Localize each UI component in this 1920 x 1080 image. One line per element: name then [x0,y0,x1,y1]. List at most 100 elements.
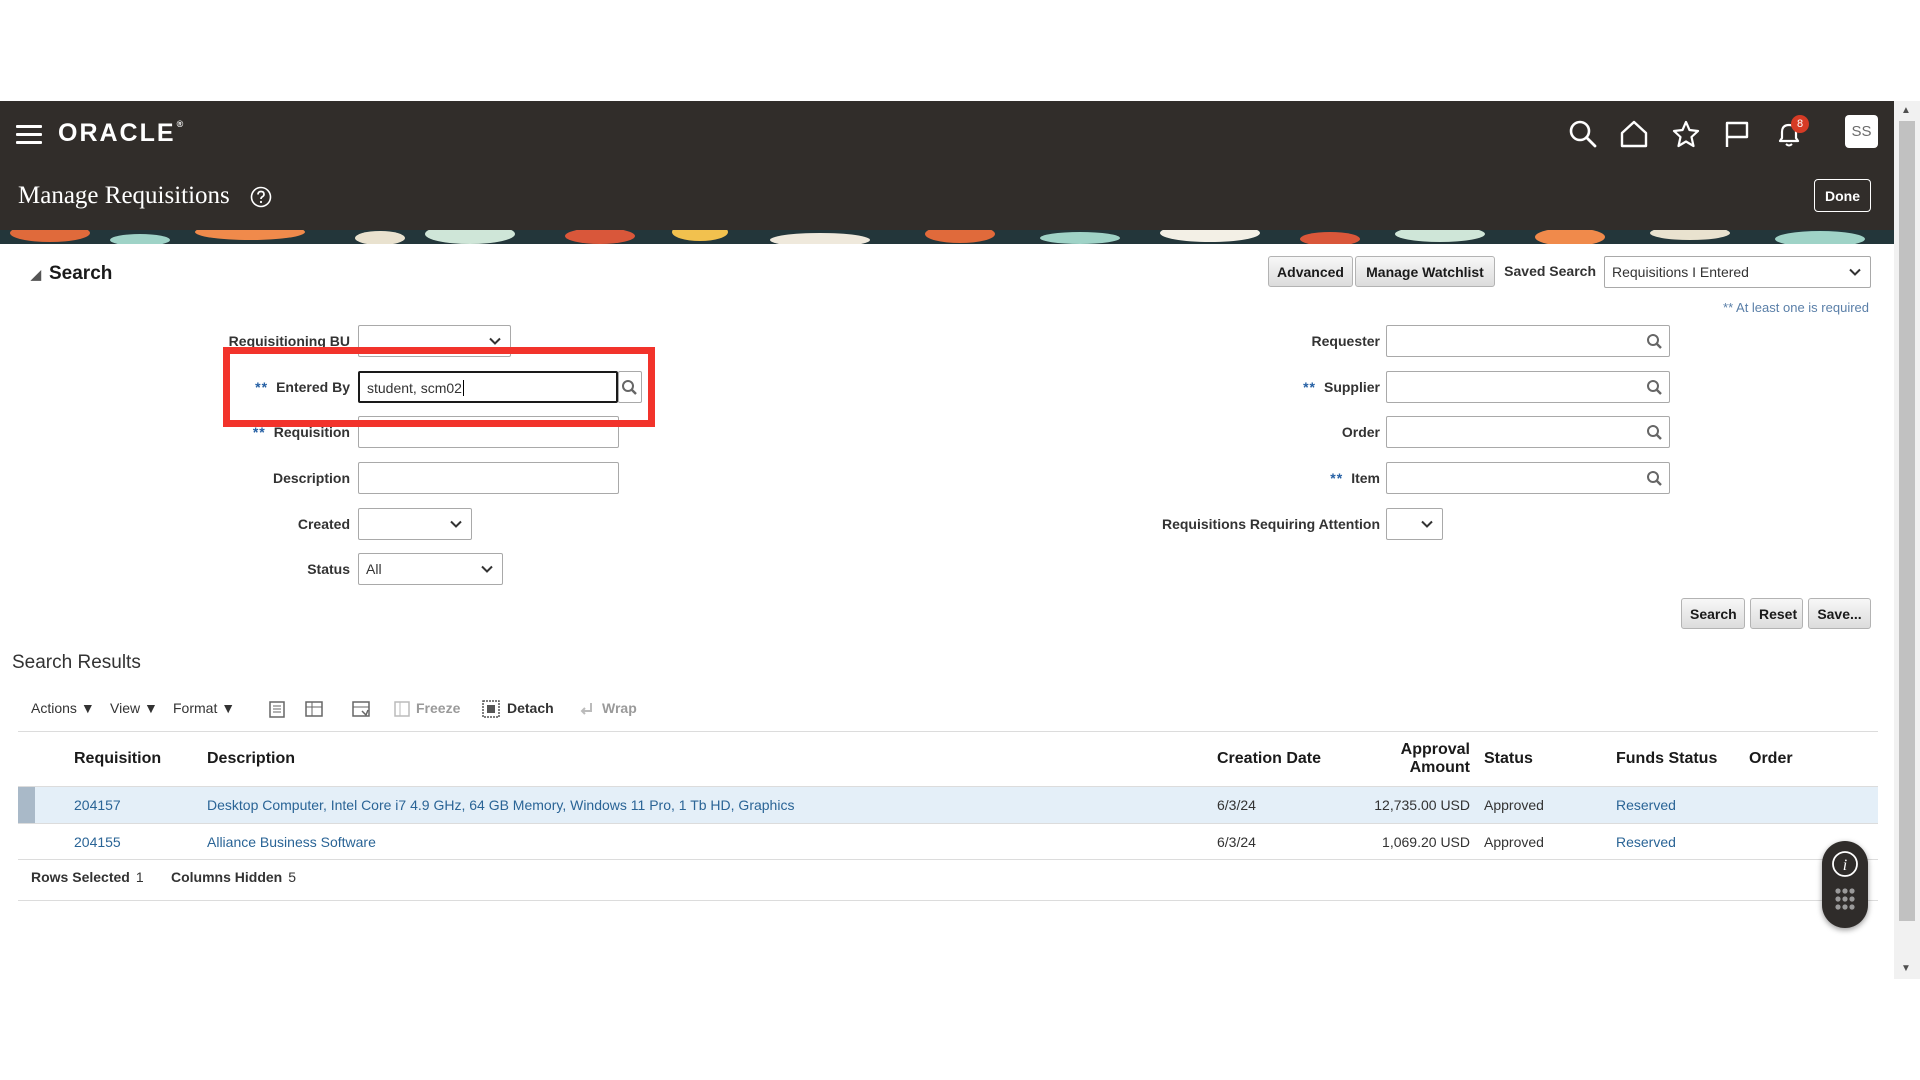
dropdown-arrow-icon: ▼ [143,700,158,716]
detach-icon[interactable] [481,699,501,719]
star-icon[interactable] [1671,119,1701,149]
save-button[interactable]: Save... [1808,598,1871,629]
decorative-banner [0,230,1894,244]
format-menu[interactable]: Format ▼ [173,700,235,716]
requester-input[interactable] [1386,325,1670,357]
saved-search-select[interactable]: Requisitions I Entered [1604,256,1871,288]
column-header-approval-amount[interactable]: Approval Amount [1380,741,1470,777]
search-button[interactable]: Search [1681,598,1745,629]
supplier-label: ** Supplier [1303,379,1380,395]
manage-watchlist-button[interactable]: Manage Watchlist [1355,256,1495,287]
wrap-button: Wrap [602,700,637,716]
scroll-up-icon[interactable]: ▲ [1901,105,1911,116]
done-button[interactable]: Done [1814,179,1871,212]
status-label: Status [307,561,350,577]
guided-help-widget[interactable]: i [1822,841,1868,928]
export-icon[interactable] [267,699,287,719]
creation-date-cell: 6/3/24 [1217,834,1256,850]
search-section-toggle[interactable]: ◢ Search [31,263,112,285]
chevron-down-icon [1421,520,1433,528]
order-input[interactable] [1386,416,1670,448]
dropdown-arrow-icon: ▼ [80,700,95,716]
creation-date-cell: 6/3/24 [1217,797,1256,813]
rows-selected: Rows Selected 1 [31,869,144,885]
requiring-attention-label: Requisitions Requiring Attention [1161,516,1380,532]
approval-amount-cell: 1,069.20 USD [1382,834,1470,850]
column-header-requisition[interactable]: Requisition [74,750,161,768]
requisition-link[interactable]: 204155 [74,834,121,850]
column-header-creation-date[interactable]: Creation Date [1217,750,1321,768]
actions-menu[interactable]: Actions ▼ [31,700,95,716]
oracle-logo[interactable]: ORACLE® [58,119,183,148]
results-title: Search Results [12,652,141,673]
description-link[interactable]: Alliance Business Software [207,834,376,850]
column-header-funds-status[interactable]: Funds Status [1616,750,1717,768]
created-select[interactable] [358,508,472,540]
footer-bottom-border [18,900,1878,901]
required-note: ** At least one is required [1723,300,1869,315]
view-menu[interactable]: View ▼ [110,700,158,716]
detach-button[interactable]: Detach [507,700,554,716]
scrollbar[interactable]: ▲ ▼ [1894,101,1920,979]
table-bottom-border [18,859,1878,860]
order-label: Order [1341,424,1380,440]
bell-icon[interactable]: 8 [1774,115,1809,149]
table-row[interactable]: 204157 Desktop Computer, Intel Core i7 4… [18,787,1878,823]
magnifier-icon[interactable] [1646,333,1663,350]
advanced-button[interactable]: Advanced [1268,256,1353,287]
description-label: Description [272,470,350,486]
item-input[interactable] [1386,462,1670,494]
magnifier-icon[interactable] [1646,424,1663,441]
description-input[interactable] [358,462,619,494]
flag-icon[interactable] [1722,119,1752,149]
avatar[interactable]: SS [1845,115,1878,148]
page-title: Manage Requisitions [18,182,230,209]
help-icon[interactable] [250,186,272,208]
table-row[interactable]: 204155 Alliance Business Software 6/3/24… [18,824,1878,860]
highlight-box [223,347,655,427]
svg-text:i: i [1843,857,1847,874]
collapse-triangle-icon: ◢ [31,267,41,282]
reset-button[interactable]: Reset [1750,598,1803,629]
search-icon[interactable] [1568,119,1598,149]
manage-columns-icon[interactable] [351,699,371,719]
dropdown-arrow-icon: ▼ [221,700,236,716]
menu-icon[interactable] [16,125,42,145]
column-header-order[interactable]: Order [1749,750,1793,768]
home-icon[interactable] [1619,119,1649,149]
notification-badge: 8 [1791,115,1809,133]
table-top-border [18,731,1878,732]
status-cell: Approved [1484,797,1544,813]
chevron-down-icon [481,565,493,573]
wrap-icon [577,699,597,719]
scroll-down-icon[interactable]: ▼ [1901,963,1911,974]
status-select[interactable]: All [358,553,503,585]
requisition-link[interactable]: 204157 [74,797,121,813]
description-link[interactable]: Desktop Computer, Intel Core i7 4.9 GHz,… [207,797,794,813]
approval-amount-cell: 12,735.00 USD [1374,797,1470,813]
chevron-down-icon [1849,268,1861,276]
row-selection-indicator [18,787,35,823]
column-header-status[interactable]: Status [1484,750,1533,768]
saved-search-label: Saved Search [1504,263,1596,279]
app-header: ORACLE® 8 SS Manage Requisitions Done [0,101,1894,230]
scrollbar-thumb[interactable] [1899,121,1915,921]
funds-status-link[interactable]: Reserved [1616,834,1676,850]
column-header-description[interactable]: Description [207,750,295,768]
status-cell: Approved [1484,834,1544,850]
chevron-down-icon [450,520,462,528]
query-by-example-icon[interactable] [304,699,324,719]
columns-hidden: Columns Hidden 5 [171,869,297,885]
magnifier-icon[interactable] [1646,379,1663,396]
freeze-button: Freeze [416,700,461,716]
created-label: Created [297,516,350,532]
freeze-icon [392,699,412,719]
chevron-down-icon [489,337,501,345]
item-label: ** Item [1330,470,1380,486]
funds-status-link[interactable]: Reserved [1616,797,1676,813]
saved-search-value: Requisitions I Entered [1612,264,1749,280]
supplier-input[interactable] [1386,371,1670,403]
magnifier-icon[interactable] [1646,470,1663,487]
requester-label: Requester [1311,333,1380,349]
requiring-attention-select[interactable] [1386,508,1443,540]
